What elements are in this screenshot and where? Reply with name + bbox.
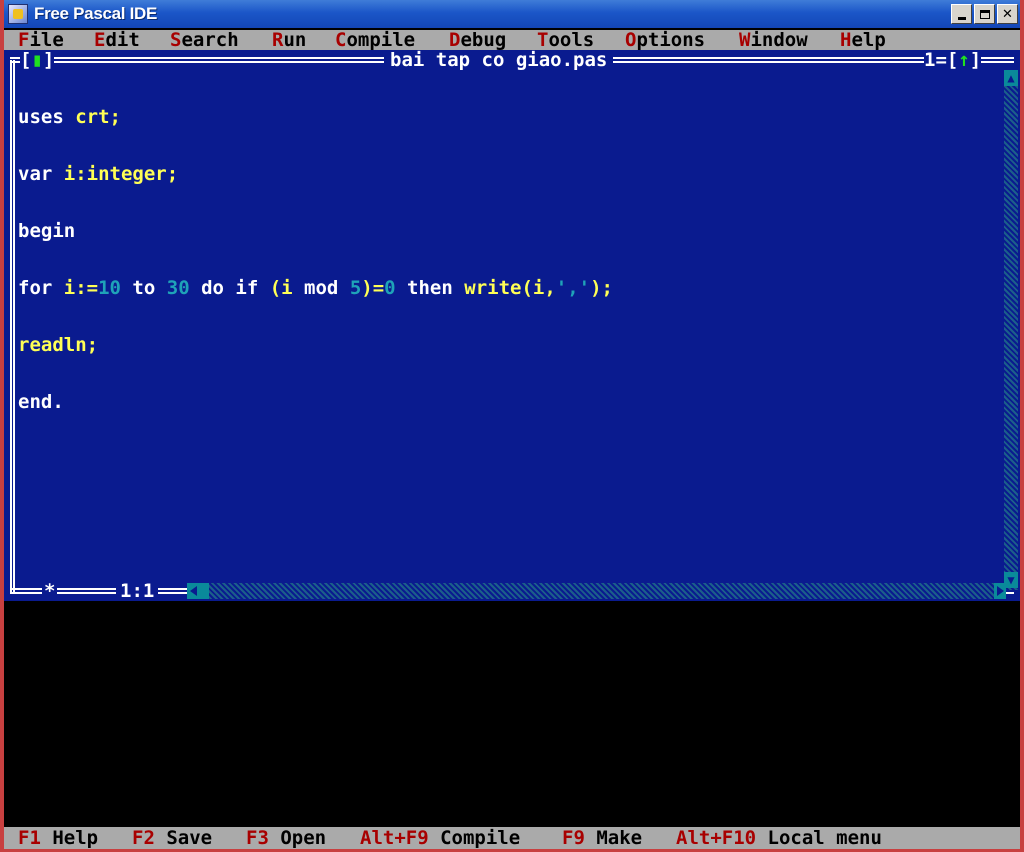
status-open[interactable]: F3 Open bbox=[246, 827, 326, 849]
cursor-position: 1:1 bbox=[116, 581, 159, 601]
menu-help[interactable]: Help bbox=[840, 30, 886, 50]
horizontal-scrollbar[interactable] bbox=[187, 583, 1000, 599]
ide-window: Free Pascal IDE ✕ File Edit Search Run C… bbox=[0, 0, 1024, 852]
menu-options[interactable]: Options bbox=[625, 30, 705, 50]
code-line: for i:=10 to 30 do if (i mod 5)=0 then w… bbox=[18, 277, 613, 299]
code-line: var i:integer; bbox=[18, 163, 179, 185]
vertical-scrollbar[interactable] bbox=[1004, 70, 1018, 590]
menu-debug[interactable]: Debug bbox=[449, 30, 506, 50]
scroll-right-icon[interactable] bbox=[994, 583, 1006, 599]
status-bar: F1 Help F2 Save F3 Open Alt+F9 Compile F… bbox=[4, 827, 1020, 849]
status-make[interactable]: F9 Make bbox=[562, 827, 642, 849]
frame-left-border bbox=[10, 60, 15, 592]
code-line: end. bbox=[18, 391, 64, 413]
scroll-down-icon[interactable]: ▼ bbox=[1004, 572, 1018, 588]
window-title: Free Pascal IDE bbox=[34, 4, 158, 23]
menu-search[interactable]: Search bbox=[170, 30, 239, 50]
scroll-up-icon[interactable]: ▲ bbox=[1004, 70, 1018, 86]
maximize-icon bbox=[979, 9, 990, 19]
menu-compile[interactable]: Compile bbox=[335, 30, 415, 50]
menu-tools[interactable]: Tools bbox=[537, 30, 594, 50]
minimize-icon bbox=[957, 16, 966, 20]
status-help[interactable]: F1 Help bbox=[18, 827, 98, 849]
desktop-area bbox=[4, 601, 1020, 826]
editor-file-title: bai tap co giao.pas bbox=[384, 50, 614, 70]
title-bar[interactable]: Free Pascal IDE ✕ bbox=[4, 0, 1020, 28]
close-icon: ✕ bbox=[1002, 6, 1013, 22]
menu-edit[interactable]: Edit bbox=[94, 30, 140, 50]
menu-run[interactable]: Run bbox=[272, 30, 306, 50]
menu-window[interactable]: Window bbox=[739, 30, 808, 50]
status-compile[interactable]: Alt+F9 Compile bbox=[360, 827, 520, 849]
editor-window[interactable]: [▮] bai tap co giao.pas 1=[↑] uses crt; … bbox=[4, 50, 1020, 601]
minimize-button[interactable] bbox=[951, 4, 972, 24]
code-line: begin bbox=[18, 220, 76, 242]
menu-bar: File Edit Search Run Compile Debug Tools… bbox=[4, 30, 1020, 50]
scroll-left-icon[interactable] bbox=[187, 583, 209, 599]
menu-file[interactable]: File bbox=[18, 30, 64, 50]
status-save[interactable]: F2 Save bbox=[132, 827, 212, 849]
editor-close-box[interactable]: [▮] bbox=[20, 50, 55, 70]
code-line: readln; bbox=[18, 334, 99, 356]
maximize-button[interactable] bbox=[974, 4, 995, 24]
code-line: uses crt; bbox=[18, 106, 121, 128]
app-icon bbox=[8, 4, 28, 24]
editor-window-number[interactable]: 1=[↑] bbox=[924, 50, 982, 70]
status-local-menu[interactable]: Alt+F10 Local menu bbox=[676, 827, 882, 849]
modified-indicator: * bbox=[42, 580, 58, 602]
code-area[interactable]: uses crt; var i:integer; begin for i:=10… bbox=[18, 70, 998, 450]
close-button[interactable]: ✕ bbox=[997, 4, 1018, 24]
